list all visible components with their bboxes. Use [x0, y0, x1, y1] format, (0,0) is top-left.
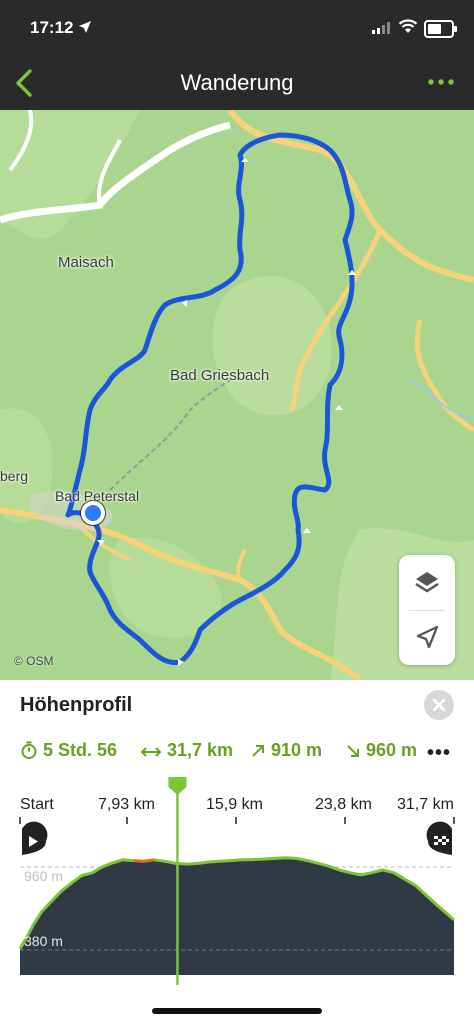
- more-options-button[interactable]: [426, 72, 456, 92]
- map-view[interactable]: Maisach Bad Griesbach Bad Peterstal berg…: [0, 110, 474, 680]
- map-controls: [399, 555, 455, 665]
- wifi-icon: [398, 19, 418, 33]
- route-stats: 5 Std. 56 31,7 km 910 m 960 m •••: [0, 740, 474, 764]
- map-label-berg: berg: [0, 468, 29, 484]
- navigation-arrow-icon: [416, 625, 439, 649]
- finish-marker-icon: [426, 821, 452, 855]
- stat-ascent-value: 910 m: [271, 740, 323, 760]
- y-label-top: 960 m: [24, 868, 63, 884]
- panel-title: Höhenprofil: [20, 694, 133, 716]
- stopwatch-icon: [21, 741, 37, 759]
- close-icon: [432, 698, 446, 712]
- cursor-handle-icon[interactable]: [168, 777, 187, 795]
- stat-distance: 31,7 km: [140, 740, 233, 761]
- layers-icon: [415, 572, 439, 593]
- cellular-signal-icon: [372, 22, 390, 34]
- x-axis-ticks: [19, 817, 455, 824]
- descent-arrow-icon: [347, 745, 359, 757]
- status-time: 17:12: [30, 18, 74, 37]
- stat-descent-value: 960 m: [366, 740, 418, 760]
- locate-me-button[interactable]: [399, 610, 455, 665]
- map-label-maisach: Maisach: [58, 254, 114, 271]
- map-label-bad-peterstal: Bad Peterstal: [55, 488, 140, 504]
- page-title: Wanderung: [180, 70, 294, 95]
- map-layers-button[interactable]: [399, 555, 455, 610]
- nav-bar: Wanderung: [0, 58, 474, 110]
- steep-segment: [133, 858, 155, 863]
- close-button[interactable]: [424, 690, 454, 720]
- status-bar: 17:12: [0, 0, 474, 58]
- stat-ascent: 910 m: [250, 740, 322, 761]
- distance-arrows-icon: [140, 747, 162, 757]
- y-label-bottom: 380 m: [24, 933, 63, 949]
- battery-icon: [424, 20, 457, 38]
- start-marker-icon: [22, 821, 48, 855]
- stat-duration-value: 5 Std. 56: [43, 740, 118, 760]
- elevation-profile-chart[interactable]: 960 m 380 m: [0, 775, 474, 990]
- stats-more-button[interactable]: •••: [427, 742, 451, 765]
- stat-descent: 960 m: [345, 740, 419, 761]
- stat-duration: 5 Std. 56: [20, 740, 117, 761]
- home-indicator: [152, 1008, 322, 1014]
- ascent-arrow-icon: [252, 745, 264, 757]
- current-location-dot: [85, 505, 101, 521]
- stat-distance-value: 31,7 km: [167, 740, 234, 760]
- elevation-profile-panel: Höhenprofil 5 Std. 56 31,7 km 910 m 960 …: [0, 680, 474, 1024]
- map-attribution[interactable]: © OSM: [14, 654, 54, 668]
- location-arrow-icon: [79, 21, 91, 33]
- map-label-bad-griesbach: Bad Griesbach: [170, 367, 270, 384]
